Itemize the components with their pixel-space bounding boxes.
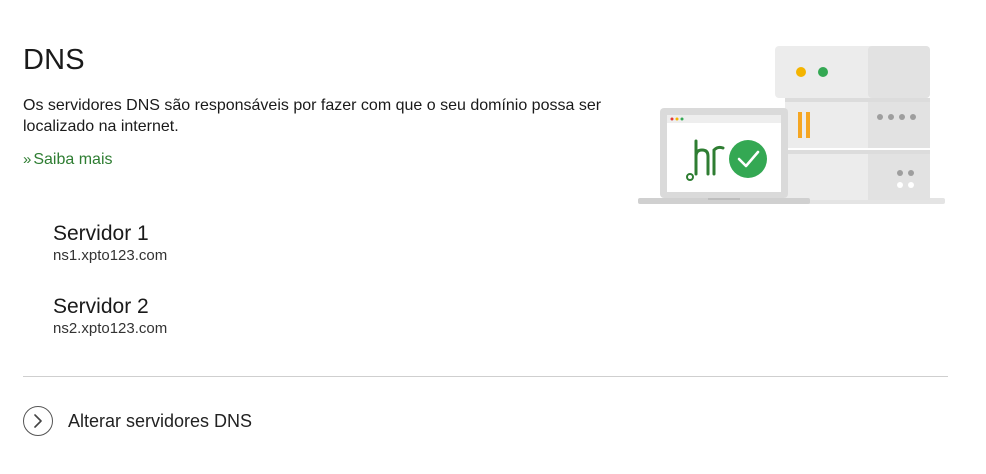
server-entry: Servidor 2 ns2.xpto123.com <box>53 295 167 337</box>
server-name: Servidor 2 <box>53 295 149 318</box>
dns-panel: DNS Os servidores DNS são responsáveis p… <box>0 0 986 474</box>
server-name: Servidor 1 <box>53 222 149 245</box>
check-circle-icon <box>729 140 767 178</box>
laptop-icon <box>638 108 810 204</box>
learn-more-label: Saiba mais <box>33 151 113 168</box>
dns-illustration <box>630 38 950 213</box>
learn-more-prefix: » <box>23 151 32 168</box>
server-entry: Servidor 1 ns1.xpto123.com <box>53 222 167 264</box>
change-dns-label: Alterar servidores DNS <box>68 410 253 431</box>
server-host: ns1.xpto123.com <box>53 247 168 264</box>
dns-description: Os servidores DNS são responsáveis por f… <box>23 97 602 135</box>
section-divider <box>23 376 948 377</box>
learn-more-link[interactable]: » Saiba mais <box>23 151 113 169</box>
server-rack-icon <box>775 46 945 204</box>
change-dns-button[interactable]: Alterar servidores DNS <box>23 406 252 436</box>
page-title: DNS <box>23 44 85 76</box>
chevron-right-icon <box>23 406 53 436</box>
server-host: ns2.xpto123.com <box>53 320 168 337</box>
